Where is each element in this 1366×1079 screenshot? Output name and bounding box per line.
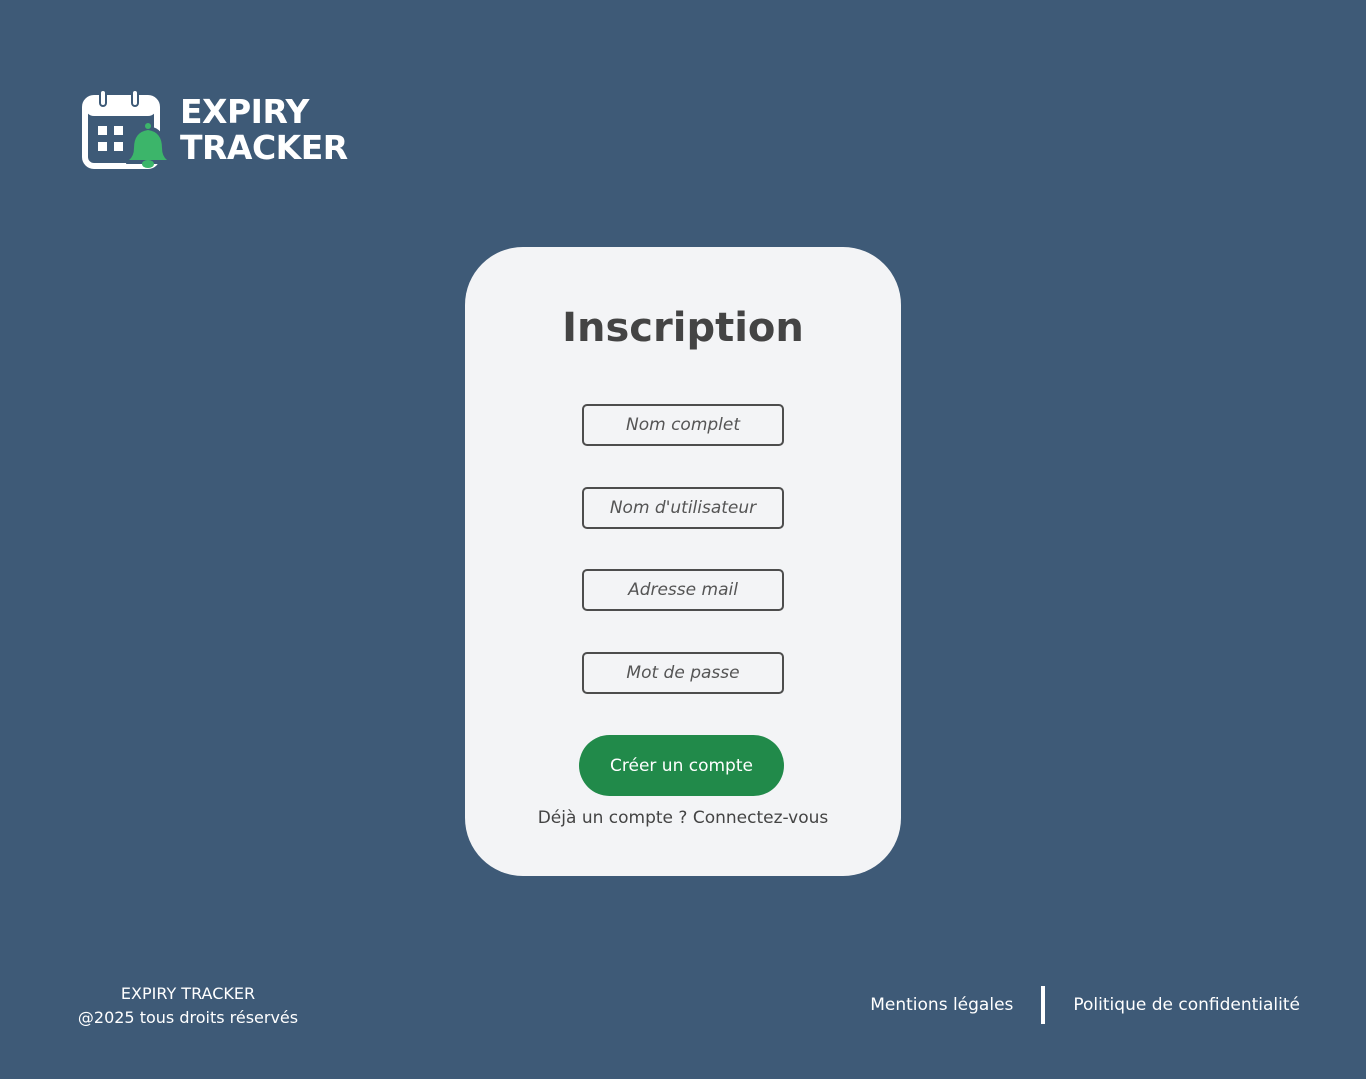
login-prompt-text: Déjà un compte ? [537,808,693,828]
footer-divider [1041,986,1046,1024]
footer-rights: @2025 tous droits réservés [77,1008,299,1027]
login-prompt-line: Déjà un compte ? Connectez-vous [465,808,901,828]
footer-links: Mentions légales Politique de confidenti… [830,986,1300,1024]
footer-copyright: EXPIRY TRACKER @2025 tous droits réservé… [70,982,306,1030]
brand-line-2: TRACKER [180,128,348,167]
legal-notice-link[interactable]: Mentions légales [870,995,1013,1015]
brand-line-1: EXPIRY [180,92,309,131]
password-input[interactable] [582,652,784,694]
create-account-button[interactable]: Créer un compte [579,735,784,796]
page-title: Inscription [562,305,804,351]
username-input[interactable] [582,487,784,529]
footer-brand: EXPIRY TRACKER [120,984,256,1003]
brand-logo: EXPIRY TRACKER [82,90,348,170]
signup-card: Inscription Créer un compte Déjà un comp… [465,247,901,876]
email-input[interactable] [582,569,784,611]
calendar-bell-icon [82,90,170,169]
login-link[interactable]: Connectez-vous [693,808,828,828]
privacy-policy-link[interactable]: Politique de confidentialité [1073,995,1300,1015]
full-name-input[interactable] [582,404,784,446]
brand-wordmark: EXPIRY TRACKER [180,94,348,166]
